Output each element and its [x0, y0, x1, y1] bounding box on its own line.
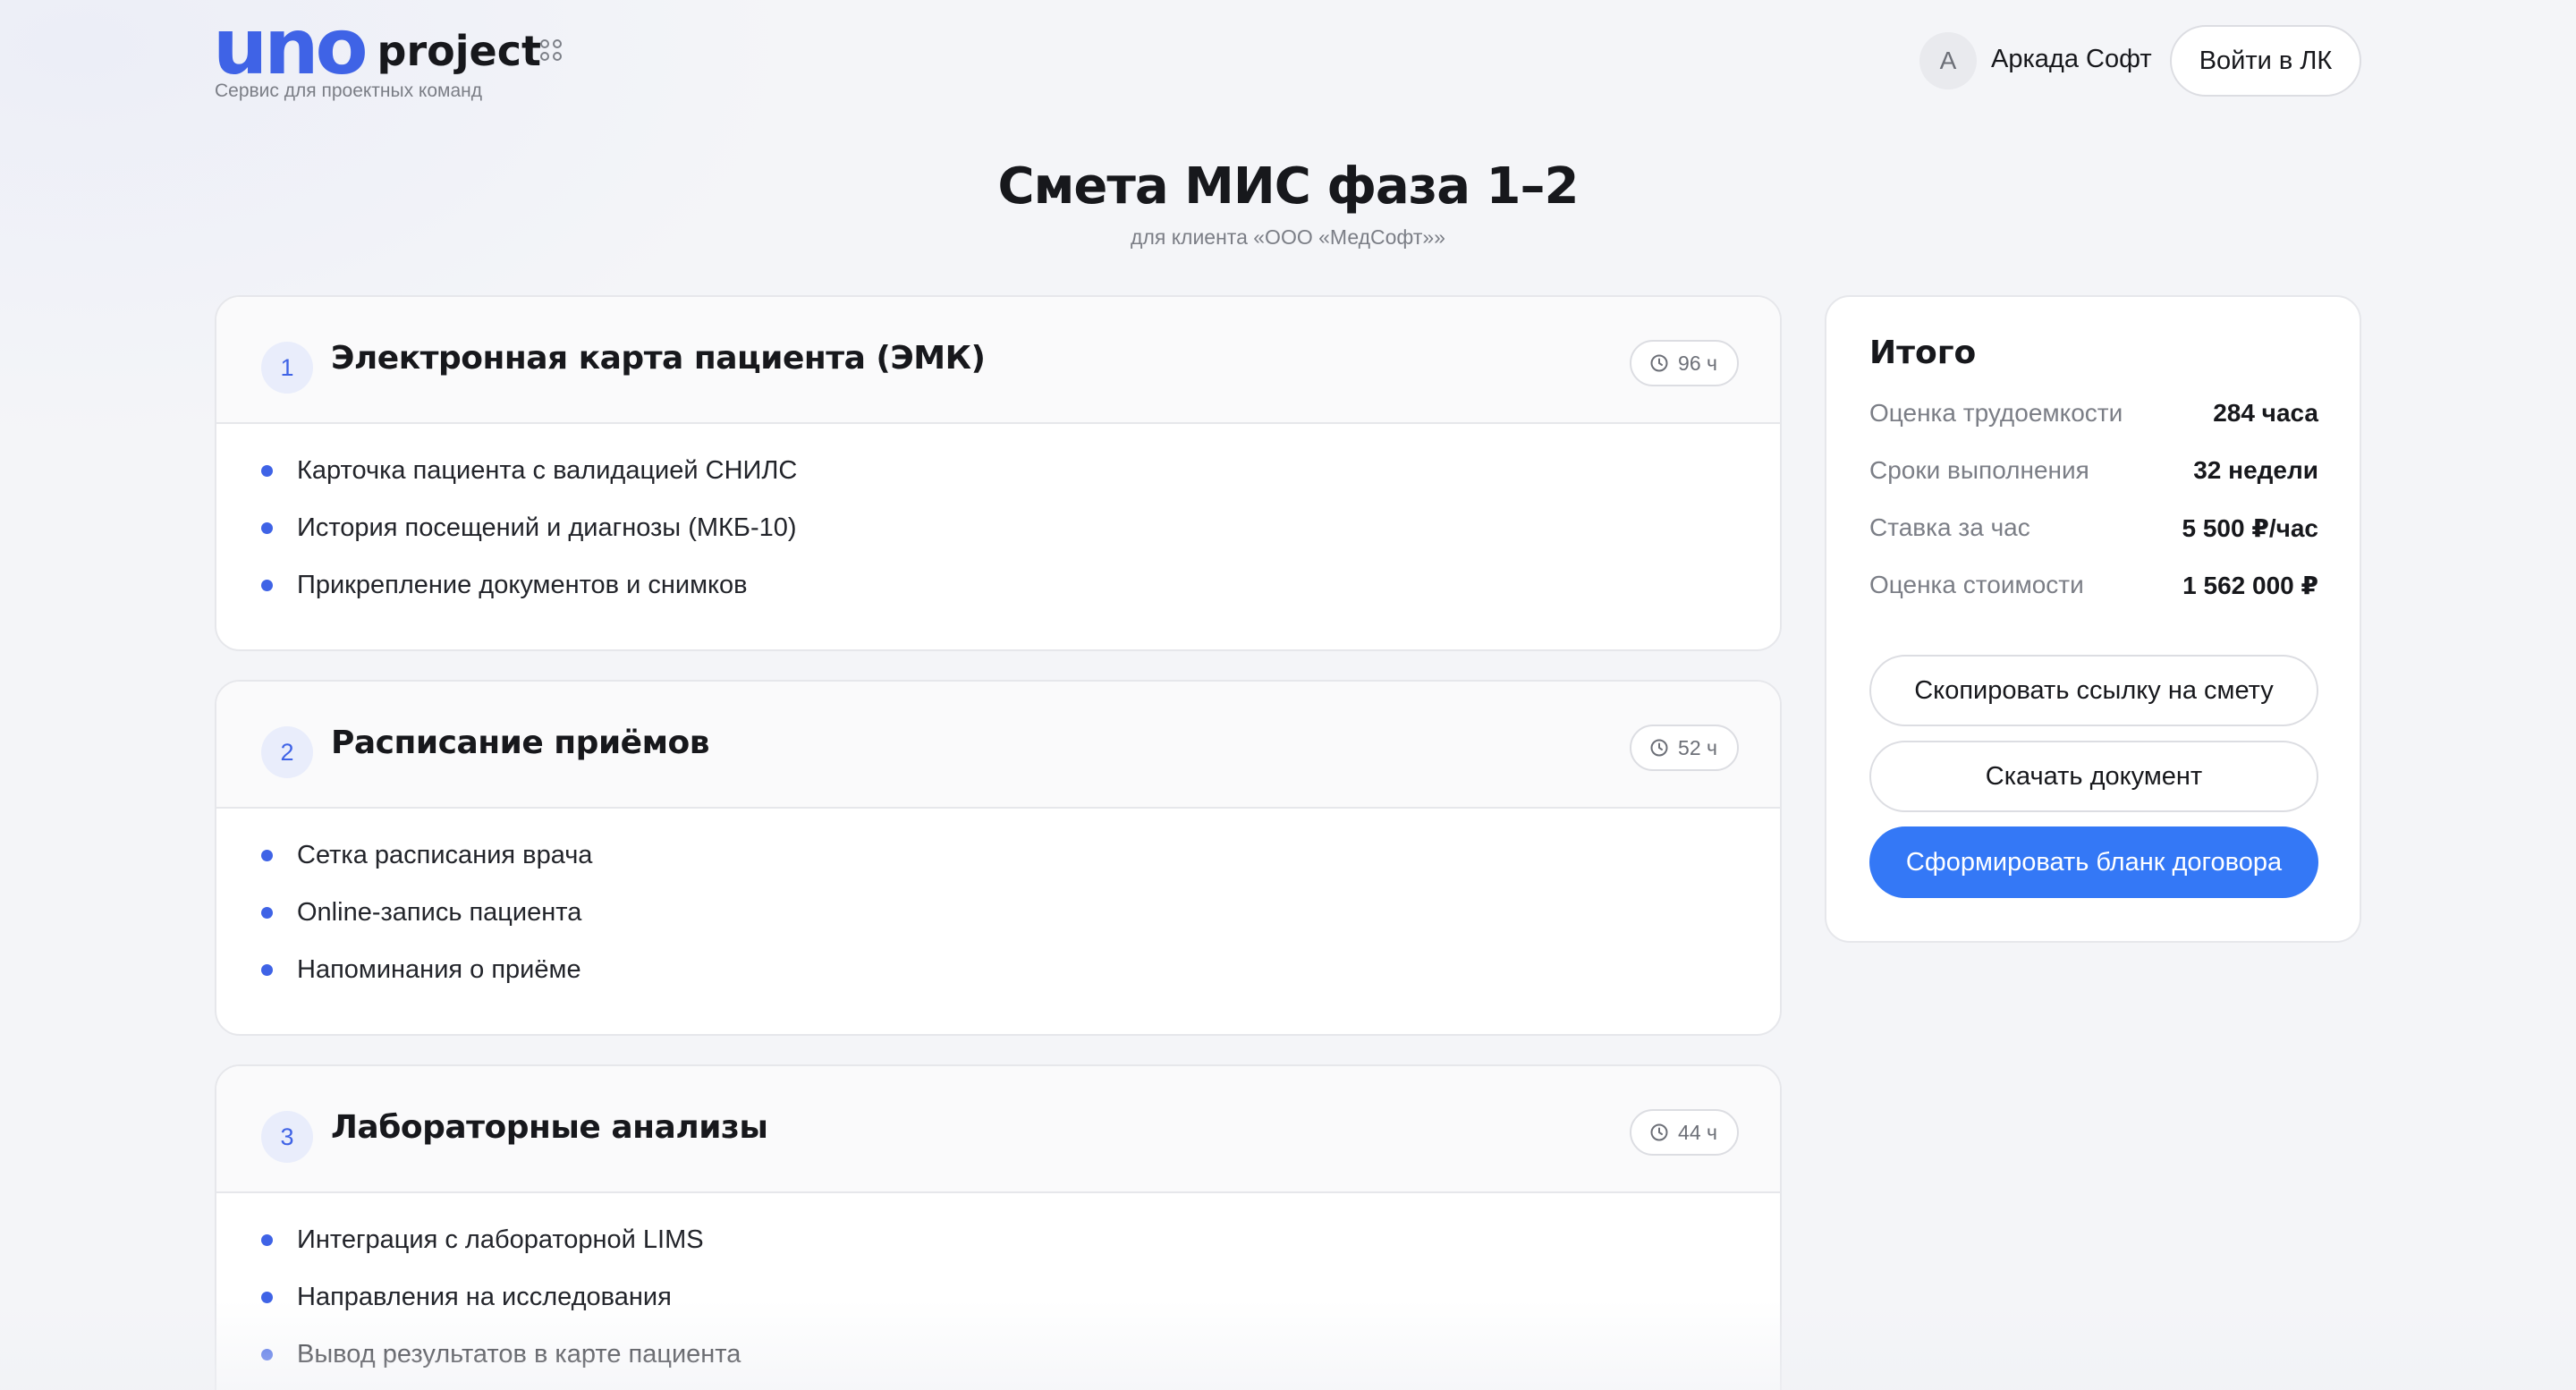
section-title: Электронная карта пациента (ЭМК) — [331, 340, 986, 377]
summary-title: Итого — [1869, 335, 1977, 371]
logo-project: project — [377, 27, 541, 75]
clock-icon — [1650, 354, 1668, 372]
section-items: Сетка расписания врача Online-запись пац… — [216, 809, 1780, 1011]
summary-value: 284 часа — [2213, 399, 2318, 427]
clock-icon — [1650, 1123, 1668, 1141]
section-number: 2 — [261, 726, 313, 778]
tagline: Сервис для проектных команд — [215, 81, 483, 101]
login-button[interactable]: Войти в ЛК — [2170, 25, 2361, 97]
section-header[interactable]: 2 Расписание приёмов 52 ч — [216, 682, 1780, 809]
logo[interactable]: uno project — [213, 3, 541, 92]
download-document-button[interactable]: Скачать документ — [1869, 741, 2318, 812]
page-subtitle: для клиента «ООО «МедСофт»» — [1131, 225, 1445, 249]
summary-row-cost: Оценка стоимости 1 562 000 ₽ — [1869, 571, 2318, 606]
summary-card: Итого Оценка трудоемкости 284 часа Сроки… — [1825, 295, 2361, 943]
summary-row-rate: Ставка за час 5 500 ₽/час — [1869, 513, 2318, 549]
summary-label: Оценка стоимости — [1869, 571, 2084, 598]
section-header[interactable]: 3 Лабораторные анализы 44 ч — [216, 1066, 1780, 1193]
summary-row-duration: Сроки выполнения 32 недели — [1869, 456, 2318, 492]
list-item: Сетка расписания врача — [261, 839, 1780, 896]
page-title: Смета МИС фаза 1–2 — [997, 157, 1580, 216]
summary-label: Оценка трудоемкости — [1869, 399, 2123, 427]
estimate-section-3: 3 Лабораторные анализы 44 ч Интеграция с… — [215, 1064, 1782, 1390]
hours-value: 96 ч — [1678, 351, 1717, 375]
list-item: Направления на исследования — [261, 1281, 1780, 1338]
hours-badge: 96 ч — [1630, 340, 1739, 386]
company-name: Аркада Софт — [1991, 45, 2152, 73]
list-item: Прикрепление документов и снимков — [261, 569, 1780, 626]
clock-icon — [1650, 739, 1668, 757]
avatar[interactable]: А — [1919, 32, 1977, 89]
hours-badge: 52 ч — [1630, 725, 1739, 771]
list-item: Online-запись пациента — [261, 896, 1780, 954]
hours-badge: 44 ч — [1630, 1109, 1739, 1156]
section-items: Карточка пациента с валидацией СНИЛС Ист… — [216, 424, 1780, 626]
logo-uno: uno — [213, 3, 369, 92]
section-number: 1 — [261, 342, 313, 394]
list-item: Интеграция с лабораторной LIMS — [261, 1224, 1780, 1281]
summary-value: 32 недели — [2193, 456, 2318, 484]
apps-grid-icon[interactable] — [540, 39, 562, 61]
section-items: Интеграция с лабораторной LIMS Направлен… — [216, 1193, 1780, 1390]
section-title: Расписание приёмов — [331, 725, 710, 761]
list-item: Карточка пациента с валидацией СНИЛС — [261, 454, 1780, 512]
summary-row-effort: Оценка трудоемкости 284 часа — [1869, 399, 2318, 435]
summary-label: Ставка за час — [1869, 513, 2030, 541]
summary-label: Сроки выполнения — [1869, 456, 2089, 484]
section-title: Лабораторные анализы — [331, 1109, 768, 1146]
list-item: Вывод результатов в карте пациента — [261, 1338, 1780, 1390]
generate-contract-button[interactable]: Сформировать бланк договора — [1869, 826, 2318, 898]
top-header: uno project Сервис для проектных команд … — [0, 0, 2576, 125]
hours-value: 44 ч — [1678, 1120, 1717, 1144]
summary-value: 1 562 000 ₽ — [2182, 572, 2318, 599]
list-item: История посещений и диагнозы (МКБ-10) — [261, 512, 1780, 569]
estimate-section-2: 2 Расписание приёмов 52 ч Сетка расписан… — [215, 680, 1782, 1036]
section-header[interactable]: 1 Электронная карта пациента (ЭМК) 96 ч — [216, 297, 1780, 424]
copy-link-button[interactable]: Скопировать ссылку на смету — [1869, 655, 2318, 726]
hours-value: 52 ч — [1678, 735, 1717, 759]
estimate-section-1: 1 Электронная карта пациента (ЭМК) 96 ч … — [215, 295, 1782, 651]
summary-value: 5 500 ₽/час — [2182, 514, 2318, 542]
list-item: Напоминания о приёме — [261, 954, 1780, 1011]
section-number: 3 — [261, 1111, 313, 1163]
